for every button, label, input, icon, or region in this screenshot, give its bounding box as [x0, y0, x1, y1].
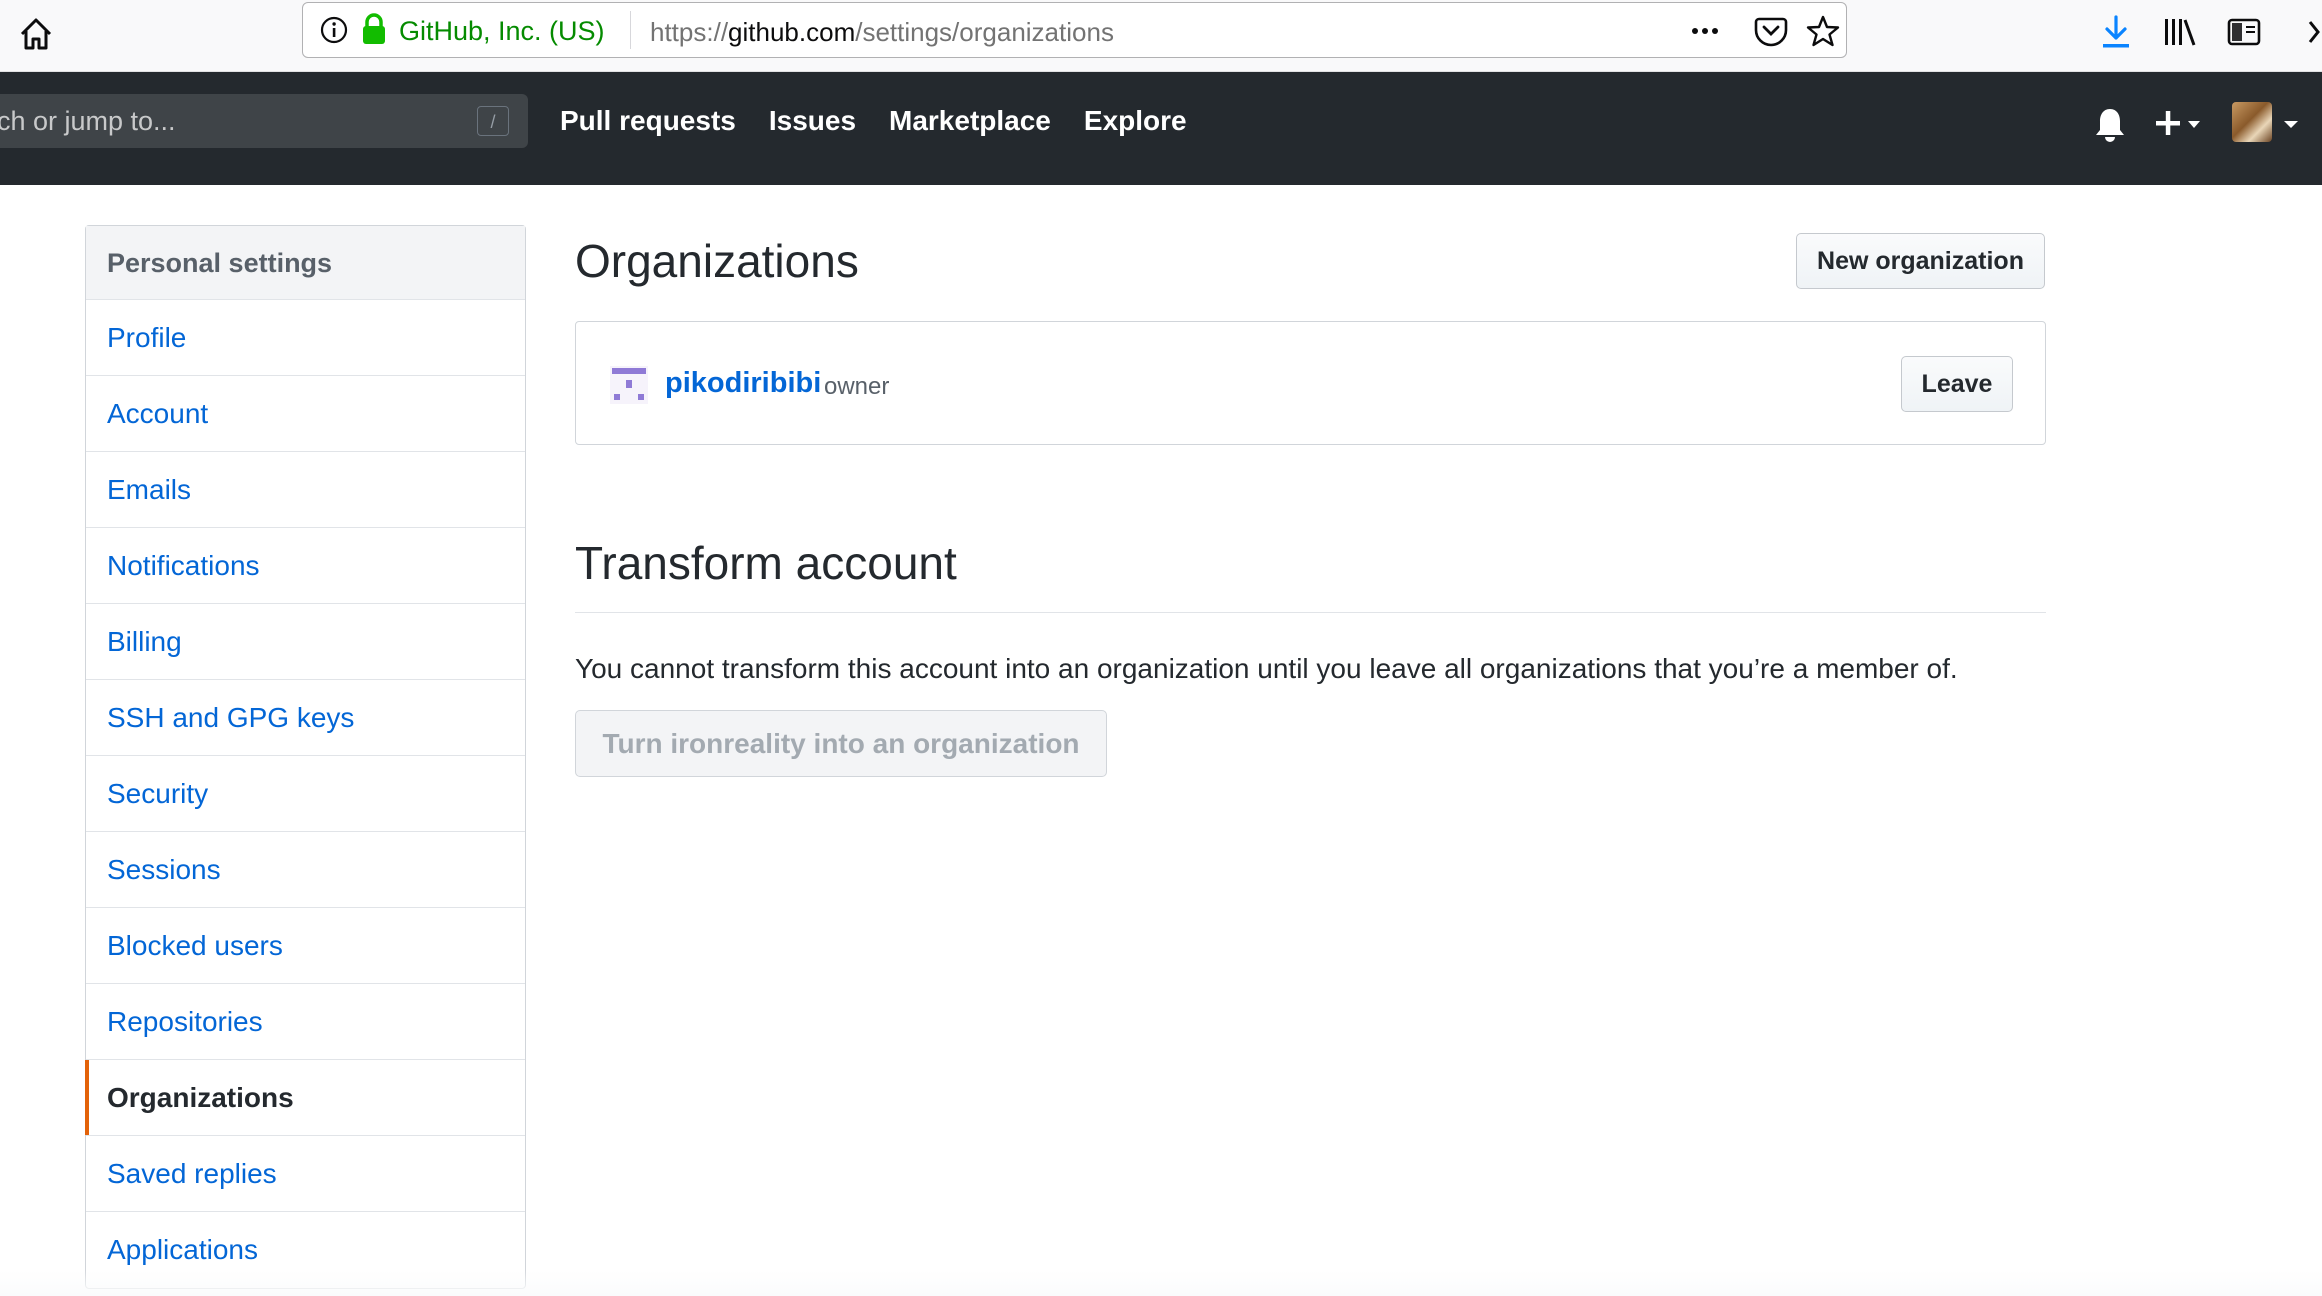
bookmark-star-icon — [1806, 15, 1840, 47]
home-icon[interactable] — [14, 12, 58, 56]
browser-toolbar: GitHub, Inc. (US) https://github.com/set… — [0, 0, 2322, 72]
sidebar-item-emails[interactable]: Emails — [86, 452, 525, 528]
sidebar-item-organizations[interactable]: Organizations — [85, 1060, 525, 1136]
overflow-icon[interactable] — [2304, 14, 2322, 50]
sidebar-item-blocked-users[interactable]: Blocked users — [86, 908, 525, 984]
create-new-menu[interactable] — [2152, 106, 2208, 142]
search-input[interactable] — [0, 94, 470, 148]
leave-organization-button[interactable]: Leave — [1901, 356, 2013, 412]
github-header: / Pull requests Issues Marketplace Explo… — [0, 72, 2322, 185]
sidebar-item-profile[interactable]: Profile — [86, 300, 525, 376]
page-bottom-fade — [0, 1270, 2322, 1296]
new-organization-button[interactable]: New organization — [1796, 233, 2045, 289]
org-role: owner — [824, 373, 890, 400]
lock-icon[interactable] — [360, 13, 388, 45]
chevron-down-icon — [2284, 121, 2298, 128]
url-text[interactable]: https://github.com/settings/organization… — [650, 17, 1114, 48]
sidebar-item-security[interactable]: Security — [86, 756, 525, 832]
notifications-bell-icon[interactable] — [2093, 106, 2127, 144]
sidebar-item-sessions[interactable]: Sessions — [86, 832, 525, 908]
url-path: /settings/organizations — [855, 17, 1114, 47]
url-prefix: https:// — [650, 17, 729, 47]
sidebar-item-saved-replies[interactable]: Saved replies — [86, 1136, 525, 1212]
org-avatar-icon[interactable] — [610, 366, 648, 404]
sidebar-toggle-icon[interactable] — [2226, 14, 2262, 50]
nav-issues[interactable]: Issues — [769, 105, 856, 137]
avatar — [2232, 102, 2272, 142]
page-actions — [1683, 13, 1853, 49]
sidebar-item-billing[interactable]: Billing — [86, 604, 525, 680]
download-icon[interactable] — [2098, 14, 2134, 50]
sidebar-item-repositories[interactable]: Repositories — [86, 984, 525, 1060]
more-actions-icon — [1692, 28, 1718, 34]
global-nav: Pull requests Issues Marketplace Explore — [560, 105, 1187, 137]
search-box: / — [0, 94, 528, 148]
organization-list: pikodiribibi owner Leave — [575, 321, 2046, 445]
sidebar-title: Personal settings — [86, 226, 525, 300]
user-menu[interactable] — [2232, 102, 2304, 146]
chevron-down-icon — [2188, 121, 2200, 128]
nav-explore[interactable]: Explore — [1084, 105, 1187, 137]
url-divider — [630, 11, 631, 49]
site-identity[interactable]: GitHub, Inc. (US) — [399, 16, 605, 47]
sidebar-item-account[interactable]: Account — [86, 376, 525, 452]
sidebar-item-ssh-gpg-keys[interactable]: SSH and GPG keys — [86, 680, 525, 756]
pocket-icon — [1754, 17, 1788, 47]
section-divider — [575, 612, 2046, 613]
transform-account-title: Transform account — [575, 537, 957, 589]
sidebar-item-notifications[interactable]: Notifications — [86, 528, 525, 604]
url-bar[interactable]: GitHub, Inc. (US) https://github.com/set… — [302, 2, 1847, 58]
nav-pull-requests[interactable]: Pull requests — [560, 105, 736, 137]
info-icon[interactable] — [319, 15, 349, 45]
nav-marketplace[interactable]: Marketplace — [889, 105, 1051, 137]
settings-sidebar: Personal settings Profile Account Emails… — [85, 225, 526, 1289]
library-icon[interactable] — [2162, 14, 2198, 50]
page-title: Organizations — [575, 235, 859, 287]
transform-account-notice: You cannot transform this account into a… — [575, 653, 1958, 684]
url-host: github.com — [728, 17, 856, 47]
search-shortcut-hint: / — [477, 106, 509, 136]
org-name-link[interactable]: pikodiribibi — [665, 367, 821, 400]
plus-icon — [2156, 111, 2200, 135]
page-actions-icons — [1692, 15, 1840, 47]
transform-account-button[interactable]: Turn ironreality into an organization — [575, 710, 1107, 777]
